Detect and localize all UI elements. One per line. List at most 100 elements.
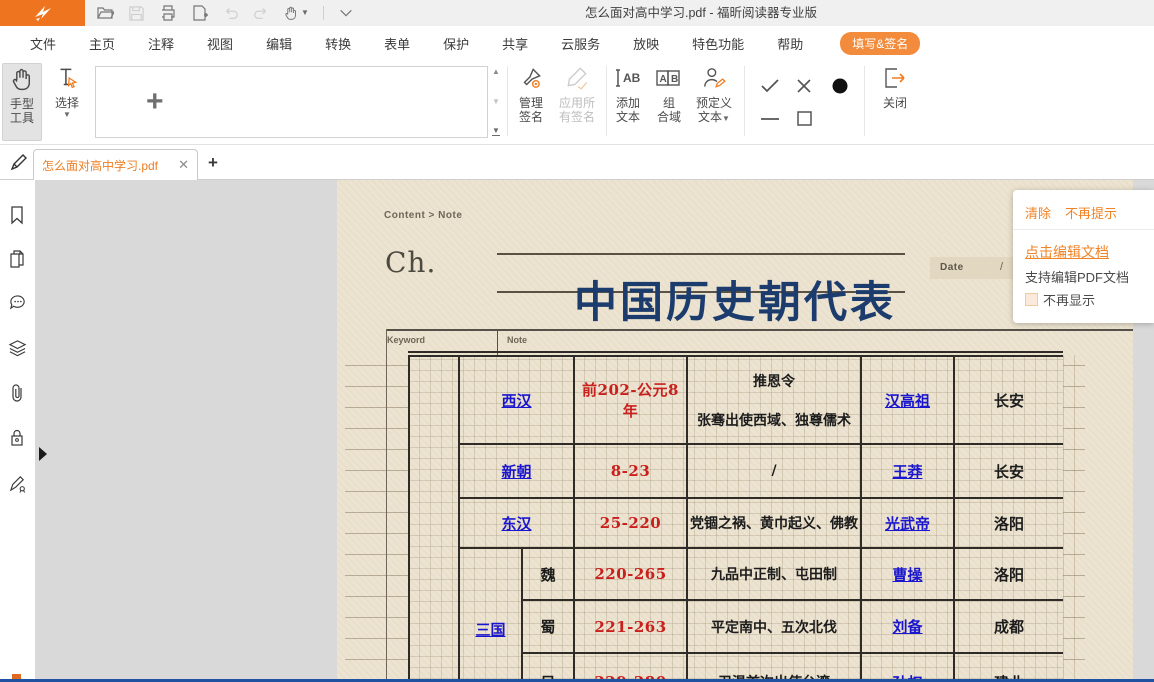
menu-item-5[interactable]: 编辑	[266, 34, 292, 53]
dynasty-name: 吴	[522, 653, 574, 679]
menu-item-2[interactable]: 主页	[89, 34, 115, 53]
signature-list-box[interactable]: +	[95, 66, 488, 138]
cross-mark-button[interactable]	[792, 74, 816, 98]
signature-scroll-arrows: ▲ ▼ ▼	[490, 68, 502, 136]
dont-show-checkbox[interactable]	[1025, 293, 1038, 306]
menu-item-12[interactable]: 特色功能	[692, 34, 744, 53]
menu-item-9[interactable]: 共享	[502, 34, 528, 53]
hand-tool-button[interactable]: 手型 工具	[2, 63, 42, 141]
save-icon[interactable]	[128, 5, 145, 22]
hand-tool-caret[interactable]: ▼	[301, 9, 309, 17]
ribbon-separator	[507, 66, 508, 136]
dynasty-events: /	[687, 444, 861, 498]
dynasty-name: 西汉	[459, 356, 574, 444]
undo-icon[interactable]	[223, 5, 239, 21]
square-mark-button[interactable]	[792, 108, 816, 128]
layers-panel-icon[interactable]	[8, 338, 27, 357]
apply-signatures-label1: 应用所	[559, 97, 595, 111]
apply-signatures-icon	[564, 65, 590, 91]
menu-item-13[interactable]: 帮助	[777, 34, 803, 53]
print-icon[interactable]	[159, 4, 177, 22]
menu-item-1[interactable]: 文件	[30, 34, 56, 53]
line-icon	[760, 116, 780, 122]
document-tab[interactable]: 怎么面对高中学习.pdf ✕	[33, 149, 198, 180]
manage-signature-button[interactable]: 管理 签名	[511, 63, 551, 125]
open-file-icon[interactable]	[96, 4, 114, 22]
combo-field-icon: A B	[654, 66, 684, 90]
add-text-label1: 添加	[616, 97, 640, 111]
hand-tool-icon[interactable]	[283, 5, 299, 21]
svg-text:A: A	[660, 74, 667, 85]
select-tool-button[interactable]: 选择 ▼	[46, 63, 88, 119]
dynasty-capital: 成都	[954, 600, 1063, 653]
scroll-down-icon[interactable]: ▼	[492, 98, 500, 106]
menu-item-4[interactable]: 视图	[207, 34, 233, 53]
new-page-icon[interactable]	[191, 4, 209, 22]
signatures-panel-icon[interactable]	[8, 474, 27, 493]
menu-item-10[interactable]: 云服务	[561, 34, 600, 53]
pages-panel-icon[interactable]	[8, 249, 26, 269]
dot-mark-button[interactable]	[830, 76, 850, 96]
tab-close-icon[interactable]: ✕	[178, 157, 189, 173]
table-row: 东汉25-220党锢之祸、黄巾起义、佛教光武帝洛阳	[409, 498, 1063, 548]
foxit-logo[interactable]	[0, 0, 85, 26]
pencil-annotation-icon[interactable]	[8, 151, 30, 173]
redo-icon[interactable]	[253, 5, 269, 21]
quick-access-toolbar: ▼	[96, 0, 354, 26]
dynasty-events: 卫温首次出使台湾	[687, 653, 861, 679]
menu-item-7[interactable]: 表单	[384, 34, 410, 53]
close-exit-icon	[881, 65, 909, 91]
note-column-label: Note	[507, 335, 527, 345]
table-row: 新朝8-23/王莽长安	[409, 444, 1063, 498]
menu-item-11[interactable]: 放映	[633, 34, 659, 53]
menu-item-6[interactable]: 转换	[325, 34, 351, 53]
dynasty-events: 党锢之祸、黄巾起义、佛教	[687, 498, 861, 548]
keyword-note-divider-line	[386, 329, 1133, 331]
combo-field-button[interactable]: A B 组 合域	[651, 63, 687, 125]
sidebar-expand-handle[interactable]	[39, 447, 47, 461]
chapter-label: Ch.	[385, 246, 436, 279]
dynasty-founder: 孙权	[861, 653, 954, 679]
customize-toolbar-icon[interactable]	[338, 5, 354, 21]
fill-sign-badge[interactable]: 填写&签名	[840, 32, 920, 55]
add-signature-plus[interactable]: +	[146, 87, 164, 117]
ribbon-separator	[864, 66, 865, 136]
security-panel-icon[interactable]	[8, 428, 26, 448]
ruled-lines-right	[1063, 355, 1085, 679]
scroll-up-icon[interactable]: ▲	[492, 68, 500, 76]
apply-all-signatures-button: 应用所 有签名	[551, 63, 603, 125]
check-mark-button[interactable]	[758, 74, 782, 98]
add-text-label2: 文本	[616, 111, 640, 125]
menu-item-8[interactable]: 保护	[443, 34, 469, 53]
bookmarks-panel-icon[interactable]	[8, 205, 26, 225]
table-row: 西汉前202-公元8年推恩令张骞出使西域、独尊儒术汉高祖长安	[409, 356, 1063, 444]
ribbon-separator	[744, 66, 745, 136]
stamp-marks-group	[752, 68, 856, 134]
dynasty-name: 新朝	[459, 444, 574, 498]
predefined-text-button[interactable]: 预定义 文本▼	[688, 63, 740, 125]
comments-panel-icon[interactable]	[8, 293, 27, 312]
add-text-button[interactable]: AB 添加 文本	[608, 63, 648, 125]
select-text-icon	[54, 65, 80, 91]
popup-edit-document-link[interactable]: 点击编辑文档	[1025, 242, 1109, 262]
dynasty-events: 平定南中、五次北伐	[687, 600, 861, 653]
scroll-end-icon[interactable]: ▼	[492, 127, 500, 136]
table-top-double-line	[408, 351, 1063, 353]
predefined-text-label2: 文本	[698, 110, 722, 124]
foxit-reader-window: ▼ 怎么面对高中学习.pdf - 福昕阅读器专业版 文件主页注释视图编辑转换表单…	[0, 0, 1154, 682]
dynasty-capital: 洛阳	[954, 498, 1063, 548]
menu-item-3[interactable]: 注释	[148, 34, 174, 53]
predefined-text-label1: 预定义	[696, 97, 732, 111]
new-tab-button[interactable]: +	[208, 153, 218, 173]
dynasty-capital: 建业	[954, 653, 1063, 679]
line-mark-button[interactable]	[758, 114, 782, 124]
dynasty-group: 三国	[459, 548, 522, 679]
hand-tool-label1: 手型	[10, 98, 34, 112]
popup-clear-link[interactable]: 清除	[1025, 203, 1051, 222]
dynasty-table-container: 西汉前202-公元8年推恩令张骞出使西域、独尊儒术汉高祖长安新朝8-23/王莽长…	[408, 355, 1063, 679]
close-fill-sign-button[interactable]: 关闭	[874, 63, 916, 111]
attachments-panel-icon[interactable]	[8, 383, 26, 403]
popup-no-prompt-link[interactable]: 不再提示	[1065, 203, 1117, 222]
popup-description: 支持编辑PDF文档	[1025, 267, 1129, 286]
apply-signatures-label2: 有签名	[559, 111, 595, 125]
